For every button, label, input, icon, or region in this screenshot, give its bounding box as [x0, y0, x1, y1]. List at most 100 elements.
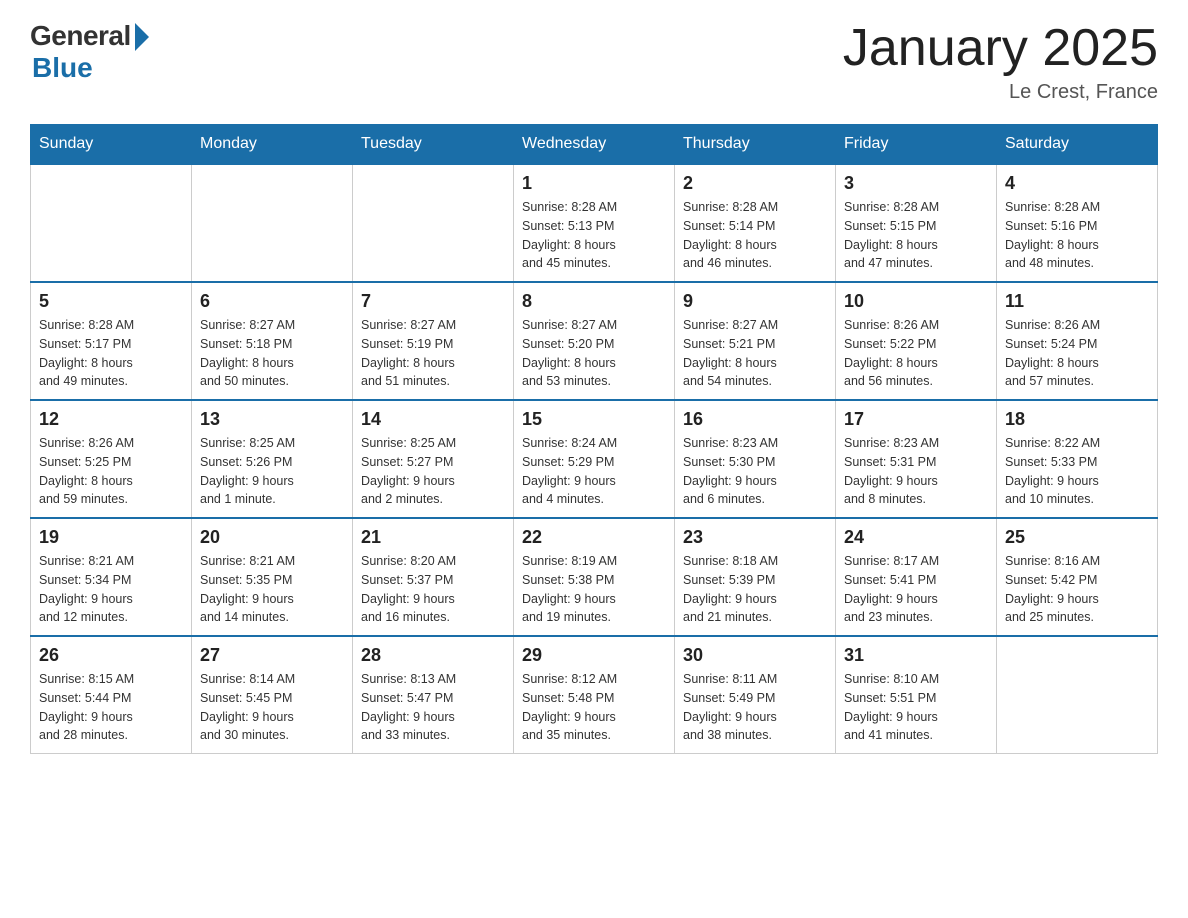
- calendar-cell: 7 Sunrise: 8:27 AMSunset: 5:19 PMDaylight…: [353, 282, 514, 400]
- calendar-header-monday: Monday: [192, 125, 353, 165]
- day-number: 20: [200, 527, 344, 548]
- calendar-cell: [31, 164, 192, 282]
- day-number: 19: [39, 527, 183, 548]
- day-number: 5: [39, 291, 183, 312]
- day-number: 28: [361, 645, 505, 666]
- day-info: Sunrise: 8:28 AMSunset: 5:13 PMDaylight:…: [522, 198, 666, 273]
- day-info: Sunrise: 8:18 AMSunset: 5:39 PMDaylight:…: [683, 552, 827, 627]
- day-info: Sunrise: 8:27 AMSunset: 5:20 PMDaylight:…: [522, 316, 666, 391]
- day-number: 7: [361, 291, 505, 312]
- logo-general-text: General: [30, 20, 131, 52]
- day-number: 10: [844, 291, 988, 312]
- calendar-cell: 10 Sunrise: 8:26 AMSunset: 5:22 PMDayligh…: [836, 282, 997, 400]
- day-info: Sunrise: 8:12 AMSunset: 5:48 PMDaylight:…: [522, 670, 666, 745]
- calendar-cell: 12 Sunrise: 8:26 AMSunset: 5:25 PMDayligh…: [31, 400, 192, 518]
- day-number: 15: [522, 409, 666, 430]
- day-number: 18: [1005, 409, 1149, 430]
- calendar-cell: 9 Sunrise: 8:27 AMSunset: 5:21 PMDaylight…: [675, 282, 836, 400]
- calendar-cell: 11 Sunrise: 8:26 AMSunset: 5:24 PMDayligh…: [997, 282, 1158, 400]
- calendar-cell: 23 Sunrise: 8:18 AMSunset: 5:39 PMDayligh…: [675, 518, 836, 636]
- calendar-cell: 26Sunrise: 8:15 AMSunset: 5:44 PMDayligh…: [31, 636, 192, 754]
- day-info: Sunrise: 8:26 AMSunset: 5:25 PMDaylight:…: [39, 434, 183, 509]
- calendar-cell: [997, 636, 1158, 754]
- calendar-week-5: 26Sunrise: 8:15 AMSunset: 5:44 PMDayligh…: [31, 636, 1158, 754]
- day-info: Sunrise: 8:28 AMSunset: 5:15 PMDaylight:…: [844, 198, 988, 273]
- calendar-cell: 21Sunrise: 8:20 AMSunset: 5:37 PMDayligh…: [353, 518, 514, 636]
- day-number: 30: [683, 645, 827, 666]
- day-info: Sunrise: 8:23 AMSunset: 5:30 PMDaylight:…: [683, 434, 827, 509]
- calendar-header-sunday: Sunday: [31, 125, 192, 165]
- calendar-cell: 31 Sunrise: 8:10 AMSunset: 5:51 PMDayligh…: [836, 636, 997, 754]
- calendar-cell: 3Sunrise: 8:28 AMSunset: 5:15 PMDaylight…: [836, 164, 997, 282]
- calendar-cell: 22 Sunrise: 8:19 AMSunset: 5:38 PMDayligh…: [514, 518, 675, 636]
- calendar-cell: 6 Sunrise: 8:27 AMSunset: 5:18 PMDaylight…: [192, 282, 353, 400]
- day-info: Sunrise: 8:20 AMSunset: 5:37 PMDaylight:…: [361, 552, 505, 627]
- day-info: Sunrise: 8:16 AMSunset: 5:42 PMDaylight:…: [1005, 552, 1149, 627]
- calendar-header-tuesday: Tuesday: [353, 125, 514, 165]
- logo: General Blue: [30, 20, 149, 84]
- day-number: 12: [39, 409, 183, 430]
- day-info: Sunrise: 8:22 AMSunset: 5:33 PMDaylight:…: [1005, 434, 1149, 509]
- calendar-cell: 25 Sunrise: 8:16 AMSunset: 5:42 PMDayligh…: [997, 518, 1158, 636]
- day-info: Sunrise: 8:26 AMSunset: 5:22 PMDaylight:…: [844, 316, 988, 391]
- logo-blue-text: Blue: [32, 52, 93, 84]
- day-number: 9: [683, 291, 827, 312]
- calendar-cell: 17Sunrise: 8:23 AMSunset: 5:31 PMDayligh…: [836, 400, 997, 518]
- calendar-cell: 19Sunrise: 8:21 AMSunset: 5:34 PMDayligh…: [31, 518, 192, 636]
- day-number: 14: [361, 409, 505, 430]
- calendar-cell: 14 Sunrise: 8:25 AMSunset: 5:27 PMDayligh…: [353, 400, 514, 518]
- calendar-header-friday: Friday: [836, 125, 997, 165]
- day-info: Sunrise: 8:26 AMSunset: 5:24 PMDaylight:…: [1005, 316, 1149, 391]
- page-header: General Blue January 2025 Le Crest, Fran…: [30, 20, 1158, 104]
- calendar-cell: 28 Sunrise: 8:13 AMSunset: 5:47 PMDayligh…: [353, 636, 514, 754]
- day-info: Sunrise: 8:14 AMSunset: 5:45 PMDaylight:…: [200, 670, 344, 745]
- day-number: 25: [1005, 527, 1149, 548]
- calendar-header-wednesday: Wednesday: [514, 125, 675, 165]
- day-info: Sunrise: 8:11 AMSunset: 5:49 PMDaylight:…: [683, 670, 827, 745]
- day-number: 23: [683, 527, 827, 548]
- calendar-header-thursday: Thursday: [675, 125, 836, 165]
- calendar-cell: 27 Sunrise: 8:14 AMSunset: 5:45 PMDayligh…: [192, 636, 353, 754]
- calendar-week-1: 1 Sunrise: 8:28 AMSunset: 5:13 PMDaylight…: [31, 164, 1158, 282]
- calendar-week-4: 19Sunrise: 8:21 AMSunset: 5:34 PMDayligh…: [31, 518, 1158, 636]
- calendar-cell: [353, 164, 514, 282]
- day-number: 29: [522, 645, 666, 666]
- calendar-cell: 8 Sunrise: 8:27 AMSunset: 5:20 PMDaylight…: [514, 282, 675, 400]
- calendar-cell: 4Sunrise: 8:28 AMSunset: 5:16 PMDaylight…: [997, 164, 1158, 282]
- day-number: 27: [200, 645, 344, 666]
- day-number: 31: [844, 645, 988, 666]
- calendar-cell: 18 Sunrise: 8:22 AMSunset: 5:33 PMDayligh…: [997, 400, 1158, 518]
- day-info: Sunrise: 8:21 AMSunset: 5:35 PMDaylight:…: [200, 552, 344, 627]
- month-title: January 2025: [843, 20, 1158, 77]
- day-info: Sunrise: 8:25 AMSunset: 5:27 PMDaylight:…: [361, 434, 505, 509]
- day-info: Sunrise: 8:23 AMSunset: 5:31 PMDaylight:…: [844, 434, 988, 509]
- calendar-cell: 20 Sunrise: 8:21 AMSunset: 5:35 PMDayligh…: [192, 518, 353, 636]
- calendar-table: SundayMondayTuesdayWednesdayThursdayFrid…: [30, 124, 1158, 754]
- calendar-cell: 16 Sunrise: 8:23 AMSunset: 5:30 PMDayligh…: [675, 400, 836, 518]
- day-info: Sunrise: 8:27 AMSunset: 5:19 PMDaylight:…: [361, 316, 505, 391]
- calendar-week-2: 5 Sunrise: 8:28 AMSunset: 5:17 PMDaylight…: [31, 282, 1158, 400]
- day-info: Sunrise: 8:19 AMSunset: 5:38 PMDaylight:…: [522, 552, 666, 627]
- calendar-cell: 30 Sunrise: 8:11 AMSunset: 5:49 PMDayligh…: [675, 636, 836, 754]
- day-info: Sunrise: 8:27 AMSunset: 5:18 PMDaylight:…: [200, 316, 344, 391]
- day-number: 8: [522, 291, 666, 312]
- calendar-header-saturday: Saturday: [997, 125, 1158, 165]
- day-number: 11: [1005, 291, 1149, 312]
- day-info: Sunrise: 8:13 AMSunset: 5:47 PMDaylight:…: [361, 670, 505, 745]
- day-number: 6: [200, 291, 344, 312]
- title-section: January 2025 Le Crest, France: [843, 20, 1158, 104]
- calendar-cell: 24Sunrise: 8:17 AMSunset: 5:41 PMDayligh…: [836, 518, 997, 636]
- day-info: Sunrise: 8:24 AMSunset: 5:29 PMDaylight:…: [522, 434, 666, 509]
- day-info: Sunrise: 8:27 AMSunset: 5:21 PMDaylight:…: [683, 316, 827, 391]
- day-number: 16: [683, 409, 827, 430]
- day-info: Sunrise: 8:10 AMSunset: 5:51 PMDaylight:…: [844, 670, 988, 745]
- day-info: Sunrise: 8:15 AMSunset: 5:44 PMDaylight:…: [39, 670, 183, 745]
- calendar-header-row: SundayMondayTuesdayWednesdayThursdayFrid…: [31, 125, 1158, 165]
- day-number: 1: [522, 173, 666, 194]
- day-info: Sunrise: 8:28 AMSunset: 5:17 PMDaylight:…: [39, 316, 183, 391]
- calendar-cell: 1 Sunrise: 8:28 AMSunset: 5:13 PMDaylight…: [514, 164, 675, 282]
- day-number: 22: [522, 527, 666, 548]
- calendar-cell: 2Sunrise: 8:28 AMSunset: 5:14 PMDaylight…: [675, 164, 836, 282]
- day-info: Sunrise: 8:28 AMSunset: 5:16 PMDaylight:…: [1005, 198, 1149, 273]
- calendar-cell: 15 Sunrise: 8:24 AMSunset: 5:29 PMDayligh…: [514, 400, 675, 518]
